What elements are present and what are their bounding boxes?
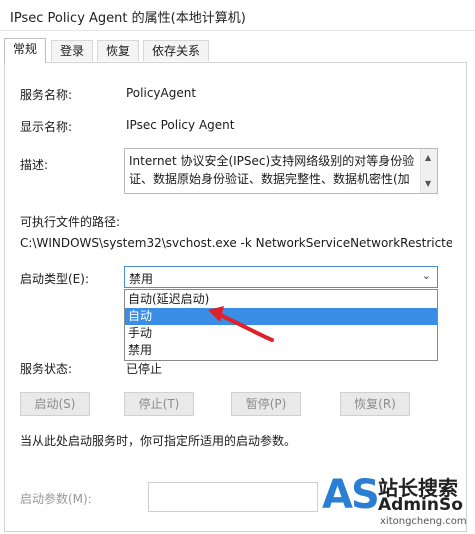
option-auto[interactable]: 自动 (125, 308, 437, 325)
annotation-arrow-icon (208, 306, 274, 342)
start-params-note: 当从此处启动服务时，你可指定所适用的启动参数。 (20, 434, 297, 448)
description-scrollbar[interactable]: ▲ ▼ (420, 149, 437, 193)
pause-button[interactable]: 暂停(P) (231, 392, 301, 416)
logo-brand-en: AdminSo (378, 495, 463, 515)
resume-button[interactable]: 恢复(R) (340, 392, 410, 416)
service-status-value: 已停止 (126, 362, 163, 376)
start-params-label: 启动参数(M): (20, 492, 92, 506)
option-disabled[interactable]: 禁用 (125, 342, 437, 359)
tab-strip: 常规 登录 恢复 依存关系 (0, 38, 475, 63)
scroll-up-icon[interactable]: ▲ (425, 153, 431, 162)
option-auto-delayed[interactable]: 自动(延迟启动) (125, 291, 437, 308)
title-bar: IPsec Policy Agent 的属性(本地计算机) (0, 0, 475, 31)
display-name-label: 显示名称: (20, 120, 73, 134)
description-box[interactable]: Internet 协议安全(IPSec)支持网络级别的对等身份验 证、数据原始身… (124, 148, 438, 194)
startup-type-current: 禁用 (129, 272, 154, 286)
start-button[interactable]: 启动(S) (20, 392, 90, 416)
service-status-label: 服务状态: (20, 362, 73, 376)
chevron-down-icon[interactable]: ⌄ (422, 269, 431, 282)
tab-recovery[interactable]: 恢复 (97, 40, 140, 61)
watermark-logo: AS 站长搜索 AdminSo xitongcheng.com (320, 468, 470, 530)
exe-path-value: C:\WINDOWS\system32\svchost.exe -k Netwo… (20, 236, 452, 250)
service-name-value: PolicyAgent (126, 86, 197, 100)
display-name-value: IPsec Policy Agent (126, 118, 235, 132)
description-label: 描述: (20, 158, 49, 172)
exe-path-label: 可执行文件的路径: (20, 215, 121, 229)
tab-logon[interactable]: 登录 (51, 40, 94, 61)
description-line-2: 证、数据原始身份验证、数据完整性、数据机密性(加 (129, 172, 410, 186)
stop-button[interactable]: 停止(T) (124, 392, 194, 416)
description-line-1: Internet 协议安全(IPSec)支持网络级别的对等身份验 (129, 154, 415, 168)
logo-as: AS (322, 472, 380, 518)
startup-type-select[interactable]: 禁用 ⌄ (124, 266, 438, 288)
start-params-input[interactable] (148, 482, 318, 512)
service-name-label: 服务名称: (20, 88, 73, 102)
startup-type-dropdown: 自动(延迟启动) 自动 手动 禁用 (124, 289, 438, 361)
startup-type-label: 启动类型(E): (20, 272, 89, 286)
tab-dependencies[interactable]: 依存关系 (143, 40, 210, 61)
description-text: Internet 协议安全(IPSec)支持网络级别的对等身份验 证、数据原始身… (129, 152, 415, 188)
option-manual[interactable]: 手动 (125, 325, 437, 342)
tab-general[interactable]: 常规 (4, 38, 47, 63)
scroll-down-icon[interactable]: ▼ (425, 179, 431, 188)
window-title: IPsec Policy Agent 的属性(本地计算机) (10, 11, 246, 26)
logo-url: xitongcheng.com (380, 516, 467, 527)
